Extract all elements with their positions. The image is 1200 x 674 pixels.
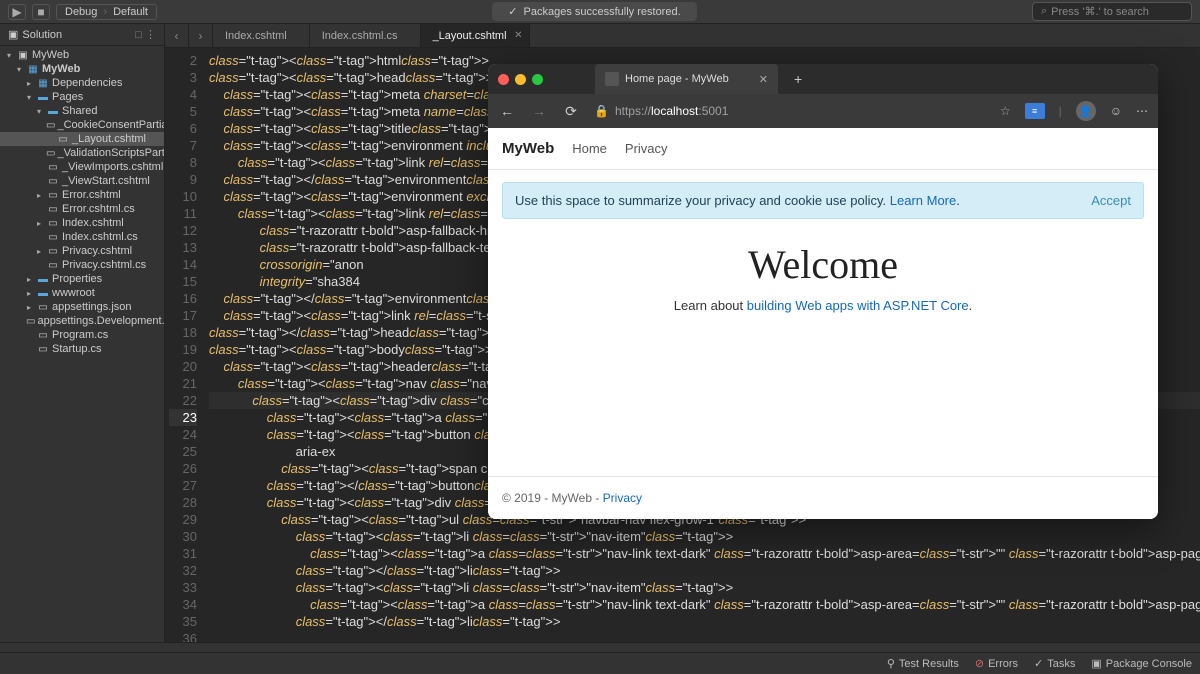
page-navbar: MyWeb Home Privacy bbox=[488, 128, 1158, 170]
play-button[interactable]: ▶ bbox=[8, 4, 26, 20]
top-toolbar: ▶ ■ Debug › Default Packages successfull… bbox=[0, 0, 1200, 24]
page-icon bbox=[605, 72, 619, 86]
file-item[interactable]: ▸▭Error.cshtml bbox=[0, 188, 164, 202]
tab-layout[interactable]: _Layout.cshtml✕ bbox=[421, 24, 530, 47]
tasks-pad[interactable]: ✓Tasks bbox=[1034, 657, 1075, 670]
file-item[interactable]: ▭_CookieConsentPartial.cshtml bbox=[0, 118, 164, 132]
learn-more-link[interactable]: Learn More bbox=[890, 193, 956, 208]
zoom-dot-icon[interactable] bbox=[532, 74, 543, 85]
tab-close-icon[interactable]: ✕ bbox=[759, 73, 768, 86]
reader-icon[interactable]: ≡ bbox=[1025, 103, 1045, 119]
close-dot-icon[interactable] bbox=[498, 74, 509, 85]
file-item[interactable]: ▸▭Privacy.cshtml bbox=[0, 244, 164, 258]
more-icon[interactable]: ⋯ bbox=[1136, 104, 1148, 118]
search-icon: ⌕ bbox=[1041, 5, 1047, 18]
cookie-banner: Use this space to summarize your privacy… bbox=[502, 182, 1144, 219]
browser-titlebar[interactable]: Home page - MyWeb ✕ + bbox=[488, 64, 1158, 94]
browser-address-bar: ← → ⟳ 🔒 https://localhost:5001 ☆ ≡ | 👤 ☺… bbox=[488, 94, 1158, 128]
file-item[interactable]: ▭Error.cshtml.cs bbox=[0, 202, 164, 216]
new-tab-button[interactable]: + bbox=[794, 71, 802, 87]
lock-icon: 🔒 bbox=[594, 104, 609, 118]
page-footer: © 2019 - MyWeb - Privacy bbox=[488, 476, 1158, 519]
status-bar: ⚲Test Results ⊘Errors ✓Tasks ▣Package Co… bbox=[0, 652, 1200, 674]
shared-folder[interactable]: ▾▬Shared bbox=[0, 104, 164, 118]
back-button[interactable]: ← bbox=[498, 103, 516, 119]
aspnet-link[interactable]: building Web apps with ASP.NET Core bbox=[747, 298, 969, 313]
file-item[interactable]: ▭Program.cs bbox=[0, 328, 164, 342]
file-item[interactable]: ▭_ViewStart.cshtml bbox=[0, 174, 164, 188]
status-badge: Packages successfully restored. bbox=[492, 2, 696, 21]
file-item[interactable]: ▭appsettings.Development.json bbox=[0, 314, 164, 328]
file-item[interactable]: ▸▭Index.cshtml bbox=[0, 216, 164, 230]
debug-label: Debug bbox=[65, 6, 97, 18]
horizontal-scrollbar[interactable] bbox=[0, 642, 1200, 652]
search-input[interactable]: ⌕ Press '⌘.' to search bbox=[1032, 2, 1192, 21]
tab-history-back[interactable]: ‹ bbox=[165, 24, 189, 47]
square-icon: ▣ bbox=[8, 28, 18, 41]
close-icon[interactable]: ✕ bbox=[514, 30, 522, 41]
project-node[interactable]: ▾▦MyWeb bbox=[0, 62, 164, 76]
browser-window: Home page - MyWeb ✕ + ← → ⟳ 🔒 https://lo… bbox=[488, 64, 1158, 519]
solution-sidebar: ▣ Solution □ ⋮ ▾▣MyWeb ▾▦MyWeb ▸▦Depende… bbox=[0, 24, 165, 642]
file-item[interactable]: ▭_ValidationScriptsPartial.cshtml bbox=[0, 146, 164, 160]
accept-button[interactable]: Accept bbox=[1091, 193, 1131, 208]
file-item-selected[interactable]: ▭_Layout.cshtml bbox=[0, 132, 164, 146]
dependencies-node[interactable]: ▸▦Dependencies bbox=[0, 76, 164, 90]
check-icon bbox=[508, 5, 517, 18]
forward-button[interactable]: → bbox=[530, 103, 548, 119]
pages-folder[interactable]: ▾▬Pages bbox=[0, 90, 164, 104]
welcome-heading: Welcome bbox=[510, 241, 1136, 288]
url-field[interactable]: 🔒 https://localhost:5001 bbox=[594, 104, 986, 118]
rendered-page: MyWeb Home Privacy Use this space to sum… bbox=[488, 128, 1158, 519]
check-icon: ✓ bbox=[1034, 657, 1043, 670]
file-item[interactable]: ▭Privacy.cshtml.cs bbox=[0, 258, 164, 272]
solution-tree: ▾▣MyWeb ▾▦MyWeb ▸▦Dependencies ▾▬Pages ▾… bbox=[0, 46, 164, 642]
gear-icon[interactable]: □ ⋮ bbox=[135, 28, 156, 41]
error-icon: ⊘ bbox=[975, 657, 984, 670]
config-selector[interactable]: Debug › Default bbox=[56, 4, 157, 20]
editor-tabs: ‹ › Index.cshtml Index.cshtml.cs _Layout… bbox=[165, 24, 1200, 48]
wwwroot-folder[interactable]: ▸▬wwwroot bbox=[0, 286, 164, 300]
flask-icon: ⚲ bbox=[887, 657, 895, 670]
tab-index[interactable]: Index.cshtml bbox=[213, 24, 310, 47]
package-console-pad[interactable]: ▣Package Console bbox=[1091, 657, 1192, 670]
file-item[interactable]: ▭_ViewImports.cshtml bbox=[0, 160, 164, 174]
package-icon: ▣ bbox=[1091, 657, 1101, 670]
profile-avatar[interactable]: 👤 bbox=[1076, 101, 1096, 121]
home-link[interactable]: Home bbox=[572, 141, 607, 156]
smiley-icon[interactable]: ☺ bbox=[1110, 104, 1122, 118]
sidebar-header: ▣ Solution □ ⋮ bbox=[0, 24, 164, 46]
favorite-icon[interactable]: ☆ bbox=[1000, 104, 1011, 118]
test-results-pad[interactable]: ⚲Test Results bbox=[887, 657, 959, 670]
browser-tab[interactable]: Home page - MyWeb ✕ bbox=[595, 64, 778, 94]
footer-privacy-link[interactable]: Privacy bbox=[603, 491, 642, 505]
file-item[interactable]: ▭Startup.cs bbox=[0, 342, 164, 356]
privacy-link[interactable]: Privacy bbox=[625, 141, 668, 156]
tab-indexcs[interactable]: Index.cshtml.cs bbox=[310, 24, 421, 47]
minimize-dot-icon[interactable] bbox=[515, 74, 526, 85]
file-item[interactable]: ▭Index.cshtml.cs bbox=[0, 230, 164, 244]
config-label: Default bbox=[113, 6, 148, 18]
brand-link[interactable]: MyWeb bbox=[502, 140, 554, 157]
file-item[interactable]: ▸▭appsettings.json bbox=[0, 300, 164, 314]
errors-pad[interactable]: ⊘Errors bbox=[975, 657, 1018, 670]
stop-button[interactable]: ■ bbox=[32, 4, 50, 20]
reload-button[interactable]: ⟳ bbox=[562, 103, 580, 120]
tab-history-fwd[interactable]: › bbox=[189, 24, 213, 47]
solution-node[interactable]: ▾▣MyWeb bbox=[0, 48, 164, 62]
properties-folder[interactable]: ▸▬Properties bbox=[0, 272, 164, 286]
